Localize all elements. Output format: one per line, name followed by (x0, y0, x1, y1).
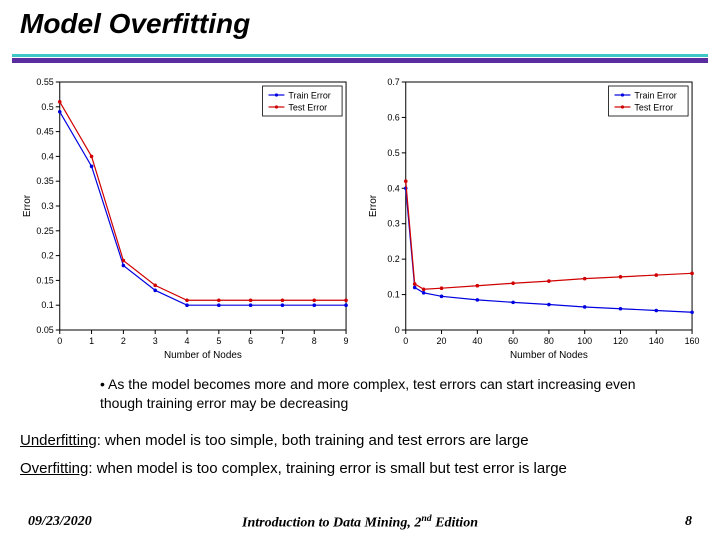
svg-text:8: 8 (312, 336, 317, 346)
svg-text:0.25: 0.25 (36, 226, 53, 236)
svg-text:0.2: 0.2 (41, 251, 53, 261)
svg-text:20: 20 (437, 336, 447, 346)
svg-text:Number of Nodes: Number of Nodes (510, 350, 588, 361)
svg-text:Number of Nodes: Number of Nodes (164, 350, 242, 361)
svg-text:Train Error: Train Error (634, 90, 676, 100)
underfitting-rest: : when model is too simple, both trainin… (97, 432, 529, 449)
svg-text:3: 3 (153, 336, 158, 346)
svg-text:0.45: 0.45 (36, 127, 53, 137)
svg-text:6: 6 (248, 336, 253, 346)
svg-text:0.7: 0.7 (387, 77, 399, 87)
page-number: 8 (685, 514, 692, 530)
svg-text:0.55: 0.55 (36, 77, 53, 87)
svg-text:Error: Error (22, 194, 33, 217)
svg-text:0.35: 0.35 (36, 176, 53, 186)
footer-date: 09/23/2020 (28, 514, 92, 530)
svg-text:7: 7 (280, 336, 285, 346)
svg-text:0.1: 0.1 (41, 300, 53, 310)
svg-text:100: 100 (577, 336, 592, 346)
svg-text:4: 4 (185, 336, 190, 346)
svg-text:0.4: 0.4 (387, 183, 399, 193)
svg-text:2: 2 (121, 336, 126, 346)
svg-text:Test Error: Test Error (634, 102, 673, 112)
svg-text:Test Error: Test Error (288, 102, 327, 112)
charts-row: 0.050.10.150.20.250.30.350.40.450.50.550… (18, 74, 702, 364)
underfitting-line: Underfitting: when model is too simple, … (20, 432, 700, 449)
overfitting-label: Overfitting (20, 460, 88, 477)
svg-text:1: 1 (89, 336, 94, 346)
svg-text:60: 60 (508, 336, 518, 346)
svg-text:120: 120 (613, 336, 628, 346)
svg-text:0.05: 0.05 (36, 325, 53, 335)
chart-right: 0 0.1 0.2 0.3 0.4 0.5 0.6 0.7 0 20 40 60 80 100 120 140… (364, 74, 702, 364)
overfitting-rest: : when model is too complex, training er… (88, 460, 567, 477)
svg-text:0.2: 0.2 (387, 254, 399, 264)
svg-text:0.5: 0.5 (41, 102, 53, 112)
svg-text:0.3: 0.3 (41, 201, 53, 211)
divider (12, 54, 708, 63)
bullet-text: • As the model becomes more and more com… (100, 375, 670, 413)
svg-text:0.5: 0.5 (387, 148, 399, 158)
svg-text:0.6: 0.6 (387, 112, 399, 122)
svg-text:5: 5 (216, 336, 221, 346)
svg-text:0.4: 0.4 (41, 151, 53, 161)
chart-left: 0.05 0.1 0.15 0.2 0.25 0.3 0.35 0.4 0.45 0.5 0.55 0… (18, 74, 356, 364)
svg-text:Error: Error (368, 194, 379, 217)
footer-center: Introduction to Data Mining, 2nd Edition (0, 513, 720, 532)
footer: 09/23/2020 Introduction to Data Mining, … (0, 514, 720, 530)
svg-text:0: 0 (57, 336, 62, 346)
svg-text:0.1: 0.1 (387, 290, 399, 300)
svg-text:0.15: 0.15 (36, 275, 53, 285)
svg-text:140: 140 (649, 336, 664, 346)
underfitting-label: Underfitting (20, 432, 97, 449)
svg-text:40: 40 (472, 336, 482, 346)
svg-text:160: 160 (685, 336, 700, 346)
svg-text:Train Error: Train Error (288, 90, 330, 100)
svg-text:80: 80 (544, 336, 554, 346)
svg-text:9: 9 (344, 336, 349, 346)
page-title: Model Overfitting (20, 8, 250, 40)
svg-text:0: 0 (395, 325, 400, 335)
svg-text:0.3: 0.3 (387, 219, 399, 229)
overfitting-line: Overfitting: when model is too complex, … (20, 460, 700, 477)
svg-text:0: 0 (403, 336, 408, 346)
